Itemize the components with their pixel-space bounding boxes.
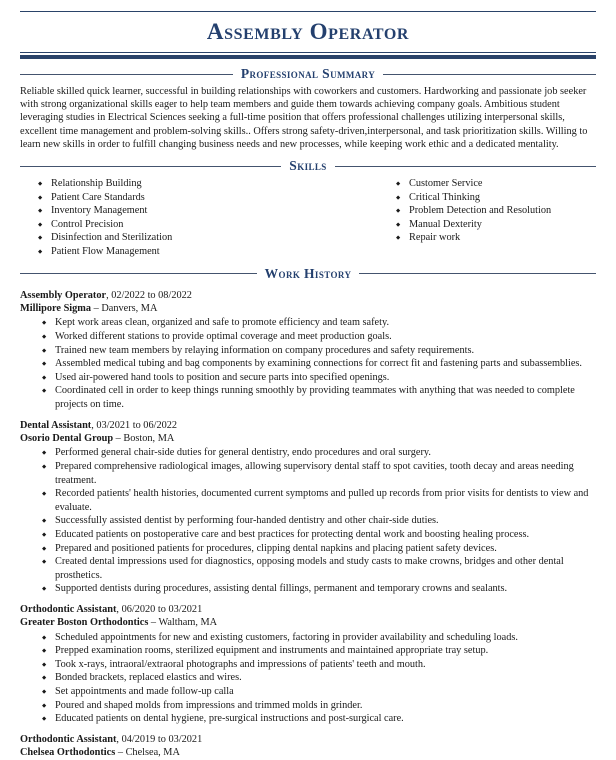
job-dates: 06/2020 to 03/2021: [121, 603, 203, 615]
job-bullet-list: Scheduled appointments for new and exist…: [20, 631, 596, 727]
skills-list-left: Relationship Building Patient Care Stand…: [38, 177, 308, 260]
job-title-line: Orthodontic Assistant, 04/2019 to 03/202…: [20, 733, 596, 746]
list-item: Trained new team members by relaying inf…: [42, 344, 596, 359]
professional-summary-text: Reliable skilled quick learner, successf…: [20, 86, 588, 150]
job-title-line: Orthodontic Assistant, 06/2020 to 03/202…: [20, 603, 596, 616]
list-item: Prepped examination rooms, sterilized eq…: [42, 644, 596, 659]
section-rule-right: [334, 165, 596, 167]
list-item: Set appointments and made follow-up call…: [42, 685, 596, 700]
list-item: Customer Service: [396, 177, 596, 192]
list-item: Educated patients on dental hygiene, pre…: [42, 712, 596, 727]
job-dates: 04/2019 to 03/2021: [121, 733, 203, 745]
section-rule-left: [20, 73, 233, 75]
list-item: Assembled medical tubing and bag compone…: [42, 357, 596, 372]
job-entry: Orthodontic Assistant, 06/2020 to 03/202…: [20, 603, 596, 727]
section-header-professional-summary: Professional Summary: [20, 66, 597, 82]
list-item: Prepared comprehensive radiological imag…: [42, 460, 596, 487]
list-item: Poured and shaped molds from impressions…: [42, 699, 596, 714]
job-entry: Orthodontic Assistant, 04/2019 to 03/202…: [20, 733, 596, 760]
list-item: Manual Dexterity: [396, 218, 596, 233]
job-company: Osorio Dental Group: [20, 432, 114, 444]
job-dates: 02/2022 to 08/2022: [111, 289, 192, 301]
list-item: Created dental impressions used for diag…: [42, 555, 596, 582]
job-title-line: Dental Assistant, 03/2021 to 06/2022: [20, 419, 596, 432]
list-item: Bonded brackets, replaced elastics and w…: [42, 671, 596, 686]
list-item: Prepared and positioned patients for pro…: [42, 542, 596, 557]
job-company: Chelsea Orthodontics: [20, 747, 116, 759]
list-item: Inventory Management: [38, 204, 308, 219]
job-company-line: Millipore Sigma – Danvers, MA: [20, 302, 596, 315]
list-item: Educated patients on postoperative care …: [42, 528, 596, 543]
job-company-line: Chelsea Orthodontics – Chelsea, MA: [20, 746, 596, 759]
section-header-work-history: Work History: [20, 266, 596, 282]
list-item: Control Precision: [38, 218, 308, 233]
list-item: Kept work areas clean, organized and saf…: [42, 316, 596, 331]
job-separator: –: [93, 302, 99, 314]
section-rule-right: [383, 73, 597, 75]
job-location: Chelsea, MA: [125, 747, 180, 759]
section-title-skills: Skills: [289, 158, 327, 174]
job-company: Greater Boston Orthodontics: [20, 617, 149, 629]
job-title: Dental Assistant: [20, 419, 92, 431]
list-item: Took x-rays, intraoral/extraoral photogr…: [42, 658, 596, 673]
skills-column-left: Relationship Building Patient Care Stand…: [20, 177, 308, 260]
job-entry: Dental Assistant, 03/2021 to 06/2022 Oso…: [20, 419, 596, 597]
job-entry: Assembly Operator, 02/2022 to 08/2022 Mi…: [20, 289, 596, 412]
job-location: Waltham, MA: [158, 617, 218, 629]
list-item: Repair work: [396, 231, 596, 246]
list-item: Problem Detection and Resolution: [396, 204, 596, 219]
job-location: Danvers, MA: [101, 302, 158, 314]
list-item: Relationship Building: [38, 177, 308, 192]
section-title-work-history: Work History: [264, 265, 352, 281]
job-separator: –: [115, 432, 121, 444]
list-item: Coordinated cell in order to keep things…: [42, 384, 596, 411]
header-thin-rule: [20, 52, 596, 53]
job-location: Boston, MA: [123, 432, 175, 444]
job-title-line: Assembly Operator, 02/2022 to 08/2022: [20, 289, 596, 302]
list-item: Performed general chair-side duties for …: [42, 446, 596, 461]
page-title: Assembly Operator: [206, 19, 410, 44]
skills-columns: Relationship Building Patient Care Stand…: [20, 177, 596, 260]
job-title: Assembly Operator: [20, 289, 107, 301]
list-item: Used air-powered hand tools to position …: [42, 371, 596, 386]
list-item: Patient Care Standards: [38, 191, 308, 206]
job-separator: –: [150, 617, 157, 629]
list-item: Critical Thinking: [396, 191, 596, 206]
list-item: Scheduled appointments for new and exist…: [42, 631, 596, 646]
list-item: Recorded patients' health histories, doc…: [42, 487, 596, 514]
list-item: Successfully assisted dentist by perform…: [42, 514, 596, 529]
list-item: Disinfection and Sterilization: [38, 231, 308, 246]
section-rule-left: [20, 273, 257, 275]
list-item: Supported dentists during procedures, as…: [42, 582, 596, 597]
section-header-skills: Skills: [20, 158, 596, 174]
job-company: Millipore Sigma: [20, 302, 92, 314]
job-separator: –: [117, 747, 123, 759]
job-title: Orthodontic Assistant: [20, 603, 117, 615]
list-item: Worked different stations to provide opt…: [42, 330, 596, 345]
skills-column-right: Customer Service Critical Thinking Probl…: [308, 177, 596, 259]
section-rule-left: [20, 165, 282, 167]
list-item: Patient Flow Management: [38, 245, 308, 260]
resume-page: Assembly Operator Professional Summary R…: [0, 11, 616, 758]
skills-list-right: Customer Service Critical Thinking Probl…: [396, 177, 596, 246]
job-company-line: Osorio Dental Group – Boston, MA: [20, 432, 596, 445]
section-rule-right: [359, 273, 596, 275]
job-title: Orthodontic Assistant: [20, 733, 117, 745]
job-company-line: Greater Boston Orthodontics – Waltham, M…: [20, 616, 596, 629]
header-thick-rule: [20, 55, 596, 59]
job-bullet-list: Performed general chair-side duties for …: [20, 446, 596, 597]
section-title-professional-summary: Professional Summary: [240, 66, 376, 81]
job-bullet-list: Kept work areas clean, organized and saf…: [20, 316, 596, 411]
job-dates: 03/2021 to 06/2022: [96, 419, 178, 431]
